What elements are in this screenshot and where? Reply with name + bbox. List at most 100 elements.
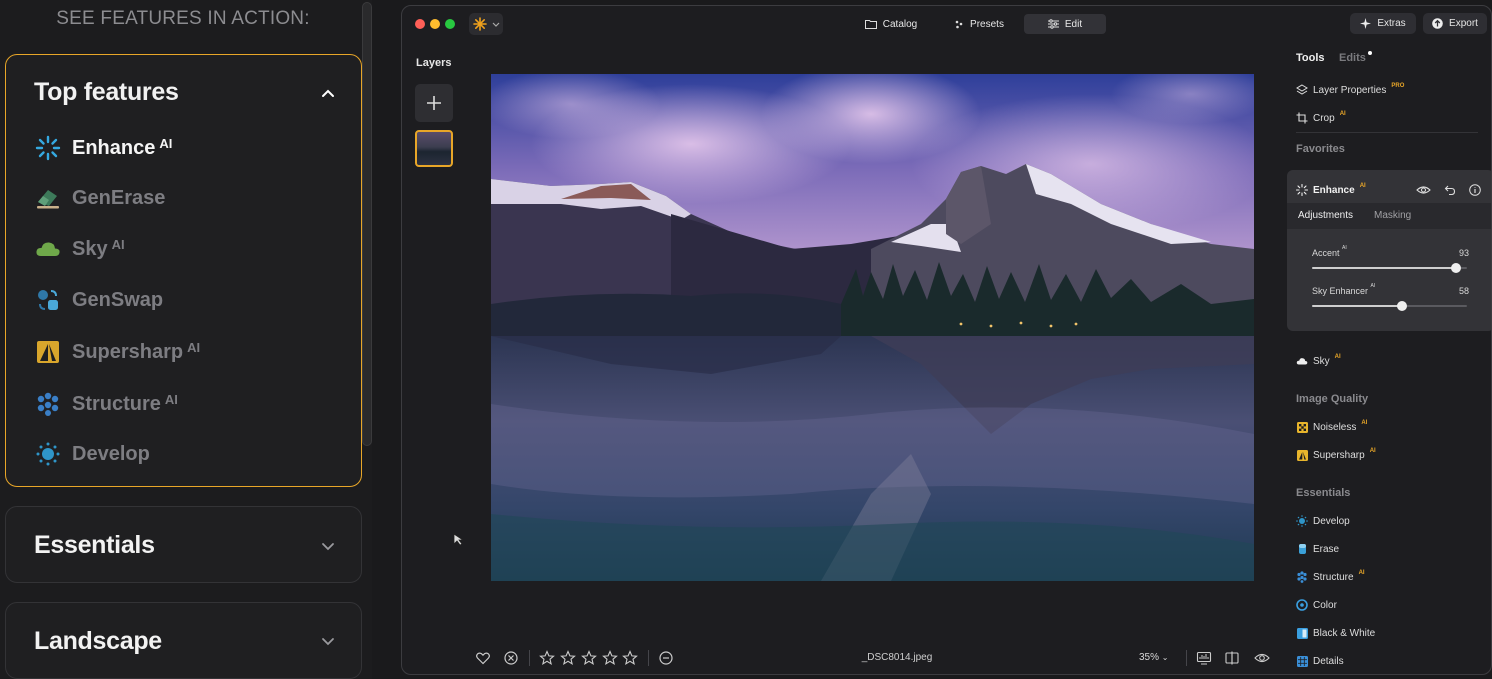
reject-icon[interactable]: [503, 650, 519, 666]
accordion-title[interactable]: Top features: [34, 78, 179, 107]
tool-supersharp[interactable]: Supersharp AI: [1296, 447, 1376, 463]
close-window-button[interactable]: [415, 19, 425, 29]
slider-fill: [1312, 267, 1456, 269]
accent-value: 93: [1458, 248, 1469, 258]
export-label: Export: [1449, 18, 1478, 29]
eye-icon[interactable]: [1416, 184, 1431, 196]
accordion-top-features[interactable]: Top features Enhance AI GenErase Sky AI Ge…: [5, 54, 362, 487]
star-icon-4[interactable]: [602, 650, 618, 666]
feature-label: Supersharp: [72, 340, 184, 363]
edits-indicator-dot: [1368, 51, 1372, 55]
tool-layer-properties[interactable]: Layer Properties PRO: [1296, 82, 1404, 98]
tab-presets[interactable]: Presets: [940, 14, 1018, 34]
title-bar: Catalog Presets Edit Extras Export: [402, 6, 1491, 44]
chevron-up-icon[interactable]: [321, 87, 335, 101]
tool-structure[interactable]: Structure AI: [1296, 569, 1365, 585]
divider: [529, 650, 530, 666]
undo-icon[interactable]: [1444, 184, 1456, 196]
tool-label: Develop: [1313, 515, 1350, 527]
feature-generase[interactable]: GenErase: [34, 183, 165, 213]
feature-sky[interactable]: Sky AI: [34, 234, 125, 264]
accordion-title[interactable]: Essentials: [34, 531, 155, 560]
zoom-window-button[interactable]: [445, 19, 455, 29]
extras-button[interactable]: Extras: [1350, 13, 1416, 34]
tool-crop[interactable]: Crop AI: [1296, 110, 1346, 126]
tab-adjustments[interactable]: Adjustments: [1298, 210, 1353, 221]
ai-badge: AI: [111, 236, 125, 252]
sparkle-icon: [1360, 18, 1372, 29]
luminar-logo-icon: [473, 17, 487, 31]
export-button[interactable]: Export: [1423, 13, 1487, 34]
more-options-icon[interactable]: [658, 650, 674, 666]
ai-badge: AI: [159, 135, 173, 151]
compare-icon[interactable]: [1224, 650, 1240, 666]
slider-label-text: Accent: [1312, 248, 1340, 258]
ai-badge: AI: [164, 391, 178, 407]
feature-supersharp[interactable]: Supersharp AI: [34, 337, 200, 367]
tool-details[interactable]: Details: [1296, 653, 1344, 669]
feature-label: GenSwap: [72, 288, 164, 311]
accent-slider[interactable]: [1312, 263, 1467, 273]
slider-fill: [1312, 305, 1402, 307]
accordion-essentials[interactable]: Essentials: [5, 506, 362, 583]
tab-masking[interactable]: Masking: [1374, 210, 1411, 221]
slider-label-text: Sky Enhancer: [1312, 286, 1369, 296]
tool-black-white[interactable]: Black & White: [1296, 625, 1375, 641]
photo-canvas[interactable]: [491, 74, 1254, 581]
tab-tools[interactable]: Tools: [1296, 52, 1325, 64]
tool-sky[interactable]: Sky AI: [1296, 353, 1341, 369]
favorites-title: Favorites: [1296, 143, 1345, 155]
ai-badge: AI: [1342, 245, 1347, 251]
feature-develop[interactable]: Develop: [34, 439, 150, 469]
feature-structure[interactable]: Structure AI: [34, 389, 178, 419]
sky-enhancer-slider[interactable]: [1312, 301, 1467, 311]
chevron-down-icon[interactable]: [321, 539, 335, 553]
feature-enhance[interactable]: Enhance AI: [34, 133, 172, 163]
export-icon: [1432, 18, 1443, 29]
image-quality-title: Image Quality: [1296, 393, 1369, 405]
tool-label: Details: [1313, 655, 1344, 667]
accordion-title[interactable]: Landscape: [34, 627, 162, 656]
minimize-window-button[interactable]: [430, 19, 440, 29]
chevron-down-icon: [492, 22, 500, 27]
color-icon: [1296, 599, 1308, 611]
zoom-dropdown[interactable]: 35% ⌄: [1139, 652, 1169, 663]
info-icon[interactable]: [1469, 184, 1481, 196]
eye-icon[interactable]: [1254, 650, 1270, 666]
tool-label: Crop: [1313, 112, 1335, 124]
layer-thumbnail[interactable]: [415, 130, 453, 167]
slider-knob[interactable]: [1397, 301, 1407, 311]
star-icon-1[interactable]: [539, 650, 555, 666]
tab-edit[interactable]: Edit: [1024, 14, 1106, 34]
divider: [1186, 650, 1187, 666]
structure-dots-icon: [34, 390, 62, 418]
heart-icon[interactable]: [475, 650, 491, 666]
star-icon-5[interactable]: [622, 650, 638, 666]
tab-edits[interactable]: Edits: [1339, 52, 1366, 64]
enhance-tool-card: Enhance AI Adjustments Masking Accent AI …: [1287, 170, 1491, 331]
slider-knob[interactable]: [1451, 263, 1461, 273]
scrollbar[interactable]: [362, 2, 372, 446]
tab-catalog[interactable]: Catalog: [850, 14, 932, 34]
supersharp-icon: [34, 338, 62, 366]
divider: [648, 650, 649, 666]
tool-noiseless[interactable]: Noiseless AI: [1296, 419, 1367, 435]
feature-genswap[interactable]: GenSwap: [34, 285, 163, 315]
app-menu-button[interactable]: [469, 13, 503, 35]
swap-icon: [34, 286, 62, 314]
cloud-icon: [34, 235, 62, 263]
accordion-landscape[interactable]: Landscape: [5, 602, 362, 679]
tool-erase[interactable]: Erase: [1296, 541, 1339, 557]
tool-color[interactable]: Color: [1296, 597, 1337, 613]
enhance-tool-header[interactable]: Enhance AI: [1296, 182, 1366, 198]
ai-badge: AI: [1334, 354, 1341, 360]
histogram-icon[interactable]: [1196, 650, 1212, 666]
star-icon-3[interactable]: [581, 650, 597, 666]
chevron-down-icon[interactable]: [321, 634, 335, 648]
star-icon-2[interactable]: [560, 650, 576, 666]
add-layer-button[interactable]: [415, 84, 453, 122]
tool-develop[interactable]: Develop: [1296, 513, 1350, 529]
details-grid-icon: [1296, 655, 1308, 667]
zoom-value: 35%: [1139, 652, 1160, 663]
layers-title: Layers: [416, 57, 452, 69]
